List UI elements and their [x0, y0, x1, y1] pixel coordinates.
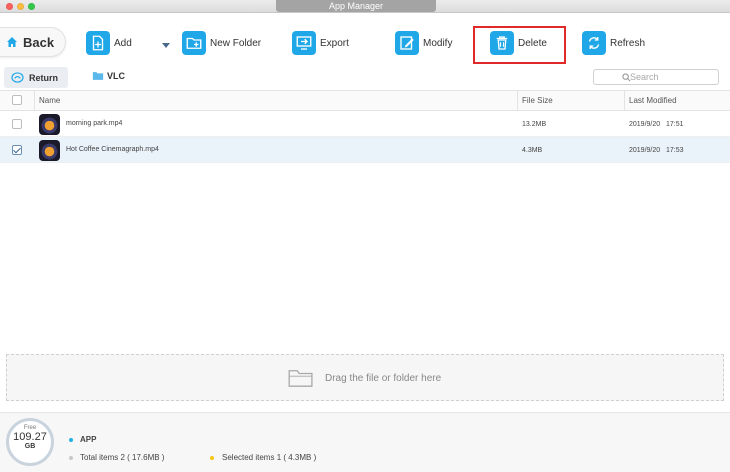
nav-row: Return VLC — [0, 66, 730, 90]
search-input[interactable] — [630, 72, 710, 82]
folder-icon — [92, 72, 104, 80]
add-button[interactable]: Add — [86, 30, 132, 56]
add-file-icon — [86, 31, 110, 55]
export-button[interactable]: Export — [292, 30, 349, 56]
window-title: App Manager — [276, 0, 436, 12]
breadcrumb-folder-label: VLC — [107, 71, 125, 81]
breadcrumb[interactable]: VLC — [92, 71, 125, 81]
total-items-text: Total items 2 ( 17.6MB ) — [80, 453, 165, 462]
export-label: Export — [320, 37, 349, 49]
drop-zone[interactable]: Drag the file or folder here — [6, 354, 724, 401]
drop-zone-label: Drag the file or folder here — [325, 372, 442, 384]
storage-free-amount: 109.27 — [13, 431, 47, 443]
column-header-name[interactable]: Name — [34, 91, 516, 110]
file-modified-time: 17:51 — [666, 121, 684, 128]
new-folder-button[interactable]: New Folder — [182, 30, 261, 56]
return-button[interactable]: Return — [4, 67, 68, 88]
total-dot-icon — [69, 456, 73, 460]
file-name: Hot Coffee Cinemagraph.mp4 — [66, 146, 159, 153]
modify-label: Modify — [423, 37, 453, 49]
edit-icon — [395, 31, 419, 55]
app-dot-icon — [69, 438, 73, 442]
file-thumbnail — [39, 140, 60, 161]
window-minimize-button[interactable] — [17, 3, 24, 10]
file-name: morning park.mp4 — [66, 120, 123, 127]
window-maximize-button[interactable] — [28, 3, 35, 10]
search-box[interactable] — [593, 69, 719, 85]
delete-highlight-box — [473, 26, 566, 64]
storage-free-unit: GB — [24, 443, 36, 450]
refresh-label: Refresh — [610, 37, 646, 49]
back-label: Back — [23, 34, 55, 50]
refresh-button[interactable]: Refresh — [582, 30, 645, 56]
selected-dot-icon — [210, 456, 214, 460]
row-checkbox[interactable] — [12, 119, 22, 129]
refresh-icon — [582, 31, 606, 55]
home-icon — [7, 37, 17, 47]
column-header-modified[interactable]: Last Modified — [624, 91, 730, 110]
file-table: Name File Size Last Modified morning par… — [0, 90, 730, 163]
select-all-checkbox[interactable] — [12, 95, 22, 105]
file-modified-date: 2019/9/20 — [629, 121, 661, 128]
return-icon — [11, 72, 24, 83]
column-header-size[interactable]: File Size — [517, 91, 623, 110]
file-modified: 2019/9/20 17:53 — [629, 147, 684, 154]
category-label: APP — [80, 435, 97, 444]
modify-button[interactable]: Modify — [395, 30, 452, 56]
title-bar: App Manager — [0, 0, 730, 13]
search-icon — [622, 73, 631, 82]
file-thumbnail — [39, 114, 60, 135]
new-folder-icon — [182, 31, 206, 55]
add-dropdown-caret-icon[interactable] — [162, 43, 170, 48]
storage-gauge: Free 109.27 GB — [6, 418, 54, 466]
table-row[interactable]: morning park.mp4 13.2MB 2019/9/20 17:51 — [0, 111, 730, 137]
export-icon — [292, 31, 316, 55]
new-folder-label: New Folder — [210, 37, 262, 49]
status-footer: Free 109.27 GB APP Total items 2 ( 17.6M… — [0, 412, 730, 472]
table-header: Name File Size Last Modified — [0, 90, 730, 111]
table-row[interactable]: Hot Coffee Cinemagraph.mp4 4.3MB 2019/9/… — [0, 137, 730, 163]
file-modified-date: 2019/9/20 — [629, 147, 661, 154]
add-label: Add — [114, 37, 132, 49]
file-modified-time: 17:53 — [666, 147, 684, 154]
folder-outline-icon — [288, 370, 313, 387]
file-modified: 2019/9/20 17:51 — [629, 121, 684, 128]
window-close-button[interactable] — [6, 3, 13, 10]
file-size: 4.3MB — [522, 147, 543, 154]
file-size: 13.2MB — [522, 121, 547, 128]
selected-items-text: Selected items 1 ( 4.3MB ) — [222, 453, 317, 462]
toolbar: Back Add New Folder Export Modify Delete — [0, 14, 730, 66]
return-label: Return — [29, 72, 58, 83]
row-checkbox[interactable] — [12, 145, 22, 155]
back-button[interactable]: Back — [0, 27, 66, 57]
